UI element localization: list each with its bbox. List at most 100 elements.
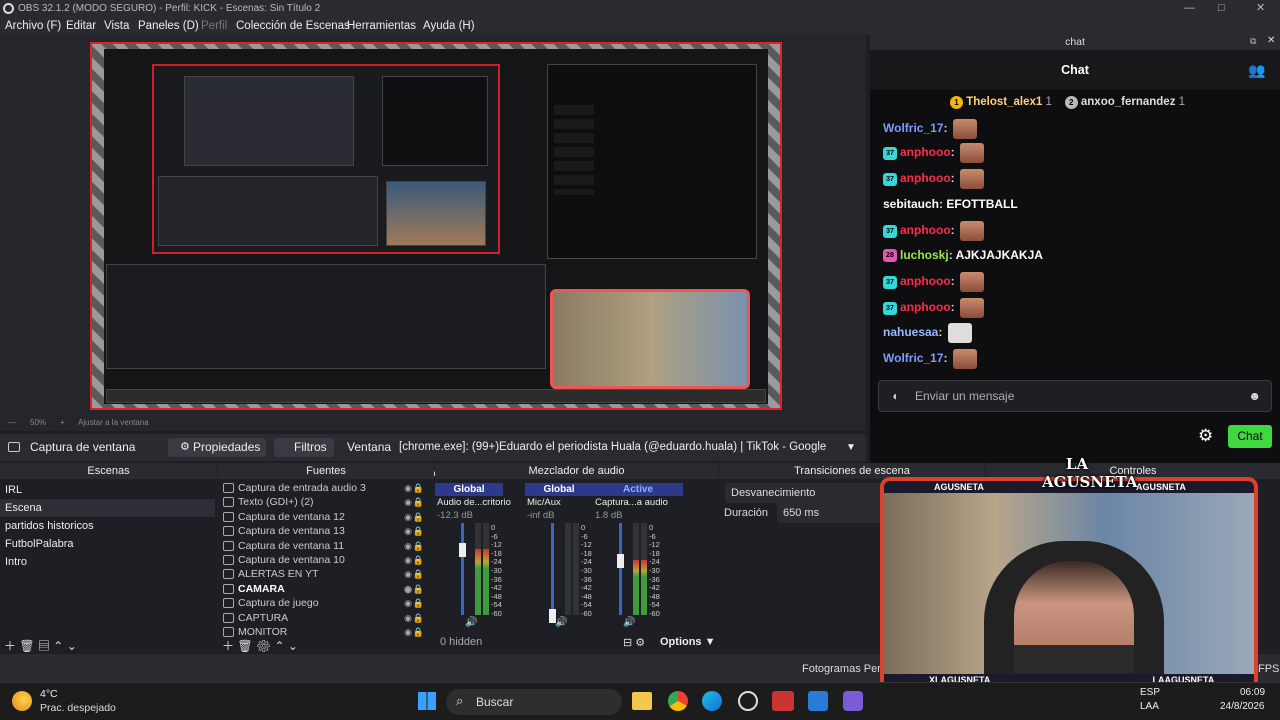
chat-username[interactable]: anphooo <box>900 171 951 185</box>
chevron-down-icon[interactable]: ▼ <box>846 434 856 461</box>
source-item[interactable]: Texto (GDI+) (2) ◉ 🔒 <box>222 495 434 509</box>
float-icon[interactable]: ⧉ <box>1250 36 1256 47</box>
lock-icon[interactable]: 🔒 <box>413 567 424 581</box>
source-item[interactable]: Captura de ventana 12 ◉ 🔒 <box>222 510 434 524</box>
scene-filter-button[interactable]: ▤ <box>38 639 50 653</box>
mixer-channel-name[interactable]: Audio de...critorio <box>437 497 511 508</box>
minimize-button[interactable]: — <box>1184 0 1195 17</box>
move-up-button[interactable]: ⌃ <box>53 639 63 653</box>
visibility-icon[interactable]: ◉ <box>404 625 412 639</box>
zoom-in-button[interactable]: + <box>60 415 65 431</box>
visibility-icon[interactable]: ◉ <box>404 582 412 596</box>
source-item[interactable]: CAPTURA ◉ 🔒 <box>222 611 434 625</box>
emoji-icon[interactable]: ☻ <box>1248 381 1261 411</box>
visibility-icon[interactable]: ◉ <box>404 539 412 553</box>
maximize-button[interactable]: □ <box>1218 0 1225 17</box>
volume-fader-knob[interactable] <box>459 543 466 557</box>
remove-scene-button[interactable]: 🗑 <box>19 639 34 653</box>
pinned-user[interactable]: Thelost_alex1 <box>966 96 1042 108</box>
chat-username[interactable]: sebitauch <box>883 197 939 211</box>
mixer-hidden-count[interactable]: 0 hidden <box>440 636 482 648</box>
menu-herramientas[interactable]: Herramientas <box>347 17 416 35</box>
lang2-label[interactable]: LAA <box>1140 701 1159 712</box>
lock-icon[interactable]: 🔒 <box>413 596 424 610</box>
file-explorer-icon[interactable] <box>632 692 652 710</box>
visibility-icon[interactable]: ◉ <box>404 553 412 567</box>
visibility-icon[interactable]: ◉ <box>404 596 412 610</box>
chat-username[interactable]: anphooo <box>900 274 951 288</box>
chat-send-button[interactable]: Chat <box>1228 425 1272 448</box>
mixer-channel-name[interactable]: Captura...a audio <box>595 497 668 508</box>
source-settings-button[interactable]: ⚙ <box>256 639 271 653</box>
menu-ayuda[interactable]: Ayuda (H) <box>423 17 475 35</box>
visibility-icon[interactable]: ◉ <box>404 567 412 581</box>
lock-icon[interactable]: 🔒 <box>413 481 424 495</box>
users-icon[interactable]: 👥 <box>1248 62 1265 79</box>
chat-username[interactable]: luchoskj <box>900 248 949 262</box>
add-source-button[interactable]: ＋ <box>222 639 234 653</box>
volume-fader-knob[interactable] <box>617 554 624 568</box>
teams-icon[interactable] <box>843 691 863 711</box>
chat-username[interactable]: anphooo <box>900 145 951 159</box>
lock-icon[interactable]: 🔒 <box>413 582 424 596</box>
mixer-tag[interactable]: Global <box>435 483 503 496</box>
app-icon[interactable] <box>808 691 828 711</box>
clock-time[interactable]: 06:09 <box>1240 687 1265 698</box>
source-item[interactable]: Captura de juego ◉ 🔒 <box>222 596 434 610</box>
taskbar-search[interactable] <box>446 689 622 715</box>
menu-vista[interactable]: Vista <box>104 17 129 35</box>
source-item[interactable]: Captura de entrada audio 3 ◉ 🔒 <box>222 481 434 495</box>
scene-item[interactable]: FutbolPalabra <box>0 535 215 553</box>
source-up-button[interactable]: ⌃ <box>275 639 285 653</box>
lock-icon[interactable]: 🔒 <box>413 510 424 524</box>
volume-fader[interactable] <box>551 523 554 615</box>
chat-username[interactable]: anphooo <box>900 223 951 237</box>
mixer-channel-name[interactable]: Mic/Aux <box>527 497 561 508</box>
chat-username[interactable]: Wolfric_17 <box>883 351 943 365</box>
scene-item[interactable]: Escena <box>0 499 215 517</box>
mute-icon[interactable]: 🔊 <box>465 617 477 628</box>
chat-username[interactable]: Wolfric_17 <box>883 121 943 135</box>
lock-icon[interactable]: 🔒 <box>413 553 424 567</box>
lang-label[interactable]: ESP <box>1140 687 1160 698</box>
remove-source-button[interactable]: 🗑 <box>237 639 252 653</box>
chat-username[interactable]: anphooo <box>900 300 951 314</box>
menu-perfil[interactable]: Perfil <box>201 17 227 35</box>
close-icon[interactable]: ✕ <box>1267 35 1275 46</box>
zoom-out-button[interactable]: — <box>8 415 16 431</box>
lock-icon[interactable]: 🔒 <box>413 524 424 538</box>
scene-item[interactable]: Intro <box>0 553 215 571</box>
visibility-icon[interactable]: ◉ <box>404 481 412 495</box>
source-item[interactable]: Captura de ventana 13 ◉ 🔒 <box>222 524 434 538</box>
close-button[interactable]: ✕ <box>1256 0 1265 17</box>
visibility-icon[interactable]: ◉ <box>404 524 412 538</box>
pinned-user[interactable]: anxoo_fernandez <box>1081 96 1176 108</box>
chrome-icon[interactable] <box>668 691 688 711</box>
menu-paneles[interactable]: Paneles (D) <box>138 17 199 35</box>
mute-icon[interactable]: 🔊 <box>555 617 567 628</box>
menu-editar[interactable]: Editar <box>66 17 96 35</box>
preview-canvas[interactable] <box>90 42 782 410</box>
menu-coleccion[interactable]: Colección de Escenas <box>236 17 350 35</box>
lock-icon[interactable]: 🔒 <box>413 539 424 553</box>
weather-desc[interactable]: Prac. despejado <box>40 702 116 714</box>
chat-input[interactable]: ◖ Enviar un mensaje ☻ <box>878 380 1272 412</box>
chat-username[interactable]: nahuesaa <box>883 325 938 339</box>
weather-temp[interactable]: 4°C <box>40 688 58 700</box>
fit-label[interactable]: Ajustar a la ventana <box>78 415 149 431</box>
settings-icon[interactable]: ⚙ <box>1198 426 1213 446</box>
obs-taskbar-icon[interactable] <box>738 691 758 711</box>
mixer-layout-icon[interactable]: ⊟ ⚙ <box>623 636 645 649</box>
visibility-icon[interactable]: ◉ <box>404 611 412 625</box>
app-icon[interactable] <box>772 691 794 711</box>
mixer-options-button[interactable]: Options ▼ <box>660 636 716 648</box>
visibility-icon[interactable]: ◉ <box>404 495 412 509</box>
source-item[interactable]: ALERTAS EN YT ◉ 🔒 <box>222 567 434 581</box>
menu-archivo[interactable]: Archivo (F) <box>5 17 61 35</box>
source-down-button[interactable]: ⌄ <box>288 639 298 653</box>
lock-icon[interactable]: 🔒 <box>413 611 424 625</box>
volume-fader[interactable] <box>461 523 464 615</box>
add-scene-button[interactable]: ＋ <box>4 639 16 653</box>
scene-item[interactable]: partidos historicos <box>0 517 215 535</box>
source-item[interactable]: CAMARA ◉ 🔒 <box>222 582 434 596</box>
